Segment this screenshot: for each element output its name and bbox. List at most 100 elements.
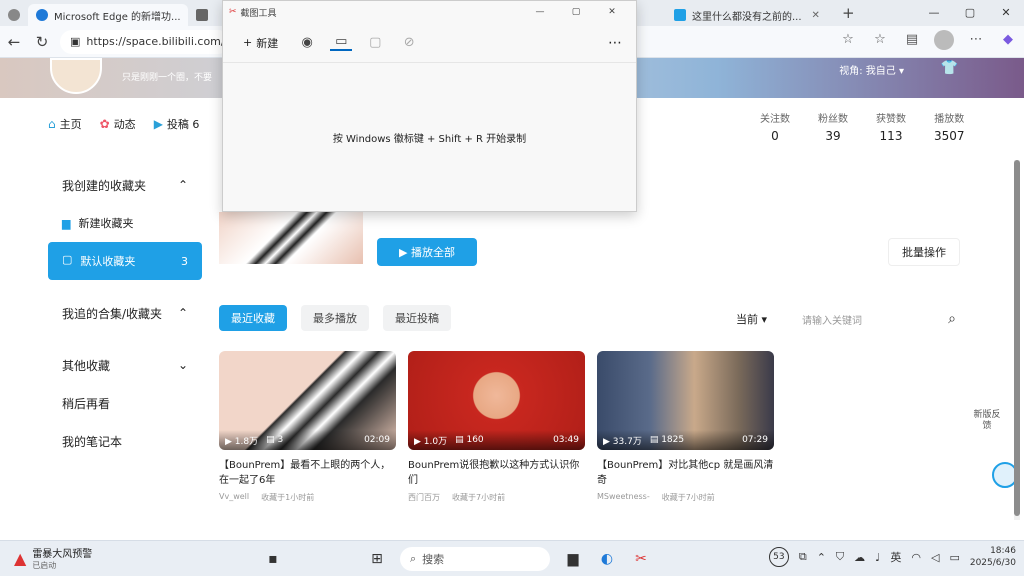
snipping-close-button[interactable]: ✕ — [594, 7, 630, 17]
back-icon[interactable]: ← — [0, 33, 28, 51]
taskbar-search[interactable]: ⌕ 搜索 — [400, 547, 550, 571]
filter-recent-favorites[interactable]: 最近收藏 — [219, 305, 287, 331]
video-duration: 07:29 — [742, 435, 768, 445]
search-icon[interactable]: ⌕ — [948, 311, 956, 327]
video-duration: 02:09 — [364, 435, 390, 445]
minimize-button[interactable]: — — [916, 0, 952, 26]
view-count: ▶ 1.0万 — [414, 436, 448, 447]
collections-icon[interactable]: ▤ — [902, 30, 922, 50]
url-field[interactable]: ▣ https://space.bilibili.com/3 — [60, 29, 232, 54]
battery-icon[interactable]: ▭ — [949, 551, 959, 564]
video-card-list: ▶ 1.8万 ▤ 3 02:09 【BounPrem】最看不上眼的两个人，在一起… — [219, 351, 774, 503]
weather-widget[interactable]: ▲ 雷暴大风预警 已启动 — [14, 545, 92, 571]
maximize-button[interactable]: ▢ — [952, 0, 988, 26]
video-card[interactable]: ▶ 1.8万 ▤ 3 02:09 【BounPrem】最看不上眼的两个人，在一起… — [219, 351, 396, 503]
tab-label: Microsoft Edge 的新增功... — [54, 11, 181, 23]
video-card[interactable]: ▶ 33.7万 ▤ 1825 07:29 【BounPrem】对比其他cp 就是… — [597, 351, 774, 503]
batch-operation-button[interactable]: 批量操作 — [888, 238, 960, 266]
snipping-maximize-button[interactable]: ▢ — [558, 7, 594, 17]
user-signature: 只是刚刚一个圈，不要 — [122, 73, 213, 83]
filter-most-played[interactable]: 最多播放 — [301, 305, 369, 331]
stat-plays: 播放数 3507 — [934, 114, 965, 143]
video-thumbnail[interactable]: ▶ 33.7万 ▤ 1825 07:29 — [597, 351, 774, 450]
user-avatar[interactable] — [50, 58, 102, 94]
tab-label: 这里什么都没有之前的... — [692, 11, 802, 23]
folder-cover-image — [219, 212, 363, 264]
close-button[interactable]: ✕ — [988, 0, 1024, 26]
tray-chevron-up-icon[interactable]: ⌃ — [817, 551, 826, 564]
edge-browser-icon[interactable]: ◐ — [596, 548, 618, 570]
tab-close-icon[interactable]: ✕ — [812, 10, 820, 21]
nav-home[interactable]: ⌂ 主页 — [48, 116, 82, 132]
other-favorites-header[interactable]: 其他收藏 ⌄ — [48, 346, 202, 384]
profile-nav: ⌂ 主页 ✿ 动态 ▶ 投稿 6 — [48, 116, 199, 132]
video-title[interactable]: 【BounPrem】对比其他cp 就是画风清奇 — [597, 458, 774, 488]
profile-stats: 关注数 0 粉丝数 39 获赞数 113 播放数 3507 — [760, 110, 965, 143]
new-version-feedback[interactable]: 新版反馈 — [972, 410, 1002, 432]
video-record-icon[interactable]: ▭ — [330, 34, 353, 51]
favorites-icon[interactable]: ☆ — [870, 30, 890, 50]
browser-tab-bilibili[interactable]: 这里什么都没有之前的... ✕ — [666, 4, 836, 26]
refresh-icon[interactable]: ↻ — [28, 33, 56, 51]
search-input[interactable]: 请输入关键词 — [802, 312, 862, 327]
browser-tab-other[interactable] — [188, 4, 210, 26]
nav-dynamic[interactable]: ✿ 动态 — [100, 116, 136, 132]
video-card[interactable]: ▶ 1.0万 ▤ 160 03:49 BounPrem说很抱歉以这种方式认识你们… — [408, 351, 585, 503]
tab-favicon-icon — [8, 9, 20, 21]
capture-icon[interactable]: ⧉ — [799, 550, 807, 564]
nav-upload[interactable]: ▶ 投稿 6 — [154, 116, 200, 132]
created-folders-header[interactable]: 我创建的收藏夹 ⌃ — [48, 166, 202, 204]
snipping-window-controls: — ▢ ✕ — [522, 7, 630, 17]
ime-indicator[interactable]: 英 — [890, 549, 901, 565]
camera-icon[interactable]: ◉ — [296, 35, 318, 50]
volume-icon[interactable]: ◁ — [931, 551, 939, 564]
view-selector[interactable]: 视角: 我自己 ▾ — [839, 62, 904, 77]
video-title[interactable]: BounPrem说很抱歉以这种方式认识你们 — [408, 458, 585, 488]
followed-collections-header[interactable]: 我追的合集/收藏夹 ⌃ — [48, 294, 202, 332]
filter-recent-uploads[interactable]: 最近投稿 — [383, 305, 451, 331]
clock[interactable]: 18:46 2025/6/30 — [970, 545, 1016, 569]
snipping-new-button[interactable]: + 新建 — [237, 31, 284, 55]
video-title[interactable]: 【BounPrem】最看不上眼的两个人，在一起了6年 — [219, 458, 396, 488]
profile-avatar[interactable] — [934, 30, 954, 50]
shield-icon[interactable]: ⛉ — [836, 550, 844, 564]
snip-mode-icon[interactable]: ▢ — [364, 35, 386, 50]
video-meta: ▶ 1.0万 ▤ 160 03:49 — [408, 430, 585, 450]
snipping-tool-icon[interactable]: ✂ — [630, 548, 652, 570]
file-explorer-icon[interactable]: ▆ — [562, 548, 584, 570]
scope-dropdown[interactable]: 当前 ▾ — [736, 311, 767, 327]
site-info-icon[interactable]: ▣ — [70, 35, 80, 48]
browser-tab-placeholder[interactable] — [0, 4, 28, 26]
browser-tab-edge-features[interactable]: Microsoft Edge 的新增功... ✕ — [28, 4, 188, 26]
favorite-star-icon[interactable]: ☆ — [838, 30, 858, 50]
stat-followers[interactable]: 粉丝数 39 — [818, 110, 848, 143]
default-folder-item[interactable]: ▢ 默认收藏夹 3 — [48, 242, 202, 280]
snipping-minimize-button[interactable]: — — [522, 7, 558, 17]
new-tab-icon[interactable]: + — [842, 4, 855, 22]
scrollbar-thumb[interactable] — [1014, 160, 1020, 516]
desktop-icon[interactable]: ▪ — [262, 548, 284, 570]
tshirt-icon[interactable]: 👕 — [941, 60, 958, 76]
new-folder-button[interactable]: ▆ 新建收藏夹 — [48, 204, 202, 242]
stat-following[interactable]: 关注数 0 — [760, 110, 790, 143]
copilot-icon[interactable]: ◆ — [998, 30, 1018, 50]
watch-later-item[interactable]: 稍后再看 — [48, 384, 202, 422]
play-all-button[interactable]: ▶ 播放全部 — [377, 238, 477, 266]
video-author[interactable]: 西门百万 — [408, 492, 440, 503]
more-options-icon[interactable]: ⋯ — [608, 35, 622, 51]
cloud-icon[interactable]: ☁ — [854, 551, 865, 564]
windows-start-icon[interactable]: ⊞ — [366, 548, 388, 570]
delay-icon[interactable]: ⊘ — [398, 35, 420, 50]
notification-badge[interactable]: 53 — [768, 547, 789, 567]
video-thumbnail[interactable]: ▶ 1.8万 ▤ 3 02:09 — [219, 351, 396, 450]
mic-icon[interactable]: ♩ — [875, 551, 880, 564]
snipping-toolbar: + 新建 ◉ ▭ ▢ ⊘ ⋯ — [223, 23, 636, 63]
video-thumbnail[interactable]: ▶ 1.0万 ▤ 160 03:49 — [408, 351, 585, 450]
notes-item[interactable]: 我的笔记本 — [48, 422, 202, 460]
page-scrollbar[interactable] — [1014, 160, 1020, 520]
video-author[interactable]: Vv_well — [219, 492, 249, 503]
home-icon: ⌂ — [48, 117, 56, 131]
settings-more-icon[interactable]: ⋯ — [966, 30, 986, 50]
video-author[interactable]: MSweetness- — [597, 492, 650, 503]
wifi-icon[interactable]: ◠ — [911, 551, 921, 564]
